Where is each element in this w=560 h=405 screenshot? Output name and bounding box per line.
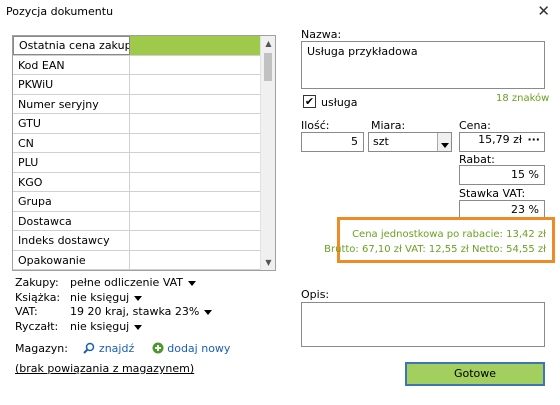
setting-zakupy-dropdown[interactable]: pełne odliczenie VAT: [70, 276, 197, 289]
attribute-label: PKWiU: [13, 75, 130, 94]
search-icon: [83, 342, 95, 354]
vat-rate-label: Stawka VAT:: [459, 187, 526, 200]
add-icon: [152, 342, 164, 354]
price-value: 15,79 zł: [478, 133, 522, 146]
attribute-row[interactable]: KGO: [13, 172, 261, 192]
dropdown-arrow-icon: [204, 309, 213, 315]
attribute-label: Kod EAN: [13, 55, 130, 74]
add-new-link[interactable]: dodaj nowy: [152, 342, 230, 355]
find-link-label[interactable]: znajdź: [99, 342, 134, 355]
more-icon[interactable]: ···: [527, 133, 540, 146]
attribute-row[interactable]: Kod EAN: [13, 55, 261, 75]
scroll-up-icon[interactable]: ▲: [261, 36, 275, 51]
name-field[interactable]: Usługa przykładowa: [301, 41, 545, 89]
price-label: Cena:: [459, 119, 491, 132]
attribute-value[interactable]: [130, 250, 261, 269]
attribute-row[interactable]: Dostawca: [13, 211, 261, 231]
attribute-row[interactable]: Grupa: [13, 192, 261, 212]
attribute-row[interactable]: Indeks dostawcy: [13, 231, 261, 251]
setting-vat-dropdown[interactable]: 19 20 kraj, stawka 23%: [70, 305, 213, 318]
done-button[interactable]: Gotowe: [405, 362, 545, 386]
attribute-label: GTU: [13, 114, 130, 133]
attribute-label: Dostawca: [13, 211, 130, 230]
attribute-label: Ilość startowa: [13, 270, 130, 271]
attribute-label: PLU: [13, 153, 130, 172]
magazyn-section: Magazyn: znajdź dodaj nowy: [15, 342, 230, 355]
attribute-value[interactable]: [130, 75, 261, 94]
attribute-row[interactable]: Numer seryjny: [13, 94, 261, 114]
setting-label: Ryczałt:: [15, 320, 59, 333]
setting-ryczalt-dropdown[interactable]: nie księguj: [70, 320, 143, 333]
attribute-value[interactable]: [130, 36, 261, 55]
service-checkbox[interactable]: ✔: [303, 95, 316, 108]
unit-price-after-discount: Cena jednostkowa po rabacie: 13,42 zł: [352, 229, 546, 240]
attribute-row[interactable]: Ilość startowa: [13, 270, 261, 271]
dropdown-arrow-icon[interactable]: [437, 133, 451, 151]
name-label: Nazwa:: [301, 28, 342, 41]
attribute-label: Opakowanie: [13, 250, 130, 269]
grid-scrollbar[interactable]: ▲ ▼: [260, 36, 275, 270]
find-link[interactable]: znajdź: [83, 342, 137, 355]
service-label: usługa: [321, 96, 358, 109]
attribute-value[interactable]: [130, 270, 261, 271]
summary-highlight: Cena jednostkowa po rabacie: 13,42 zł Br…: [324, 217, 555, 263]
unlinked-link-label[interactable]: (brak powiązania z magazynem): [15, 362, 194, 375]
attribute-row[interactable]: Ostatnia cena zakupu: [13, 36, 261, 56]
attribute-row[interactable]: PKWiU: [13, 75, 261, 95]
dropdown-arrow-icon: [188, 280, 197, 286]
attribute-row[interactable]: CN: [13, 133, 261, 153]
dropdown-arrow-icon: [134, 324, 143, 330]
unit-value: szt: [373, 135, 389, 148]
unit-label: Miara:: [371, 119, 406, 132]
close-icon[interactable]: ✕: [537, 2, 550, 20]
attribute-value[interactable]: [130, 153, 261, 172]
attribute-label: CN: [13, 133, 130, 152]
magazyn-label: Magazyn:: [15, 342, 68, 355]
scroll-down-icon[interactable]: ▼: [261, 255, 275, 270]
unlinked-link[interactable]: (brak powiązania z magazynem): [15, 362, 194, 375]
notes-field[interactable]: [301, 302, 545, 347]
discount-field[interactable]: 15 %: [459, 165, 545, 185]
setting-ksiazka-dropdown[interactable]: nie księguj: [70, 291, 143, 304]
qty-label: Ilość:: [301, 119, 330, 132]
title-bar: Pozycja dokumentu ✕: [0, 0, 560, 24]
attribute-value[interactable]: [130, 211, 261, 230]
attributes-grid[interactable]: Ostatnia cena zakupu Kod EAN PKWiU Numer se…: [12, 35, 276, 271]
char-count: 18 znaków: [496, 93, 550, 104]
attribute-value[interactable]: [130, 172, 261, 191]
attribute-value[interactable]: [130, 94, 261, 113]
setting-label: Książka:: [15, 291, 61, 304]
dropdown-arrow-icon: [134, 295, 143, 301]
attribute-value[interactable]: [130, 192, 261, 211]
window-title: Pozycja dokumentu: [6, 5, 114, 18]
attribute-label: Grupa: [13, 192, 130, 211]
scroll-thumb[interactable]: [264, 53, 272, 81]
setting-label: Zakupy:: [15, 276, 59, 289]
attribute-row[interactable]: Opakowanie: [13, 250, 261, 270]
qty-field[interactable]: 5: [301, 132, 364, 152]
add-new-link-label[interactable]: dodaj nowy: [167, 342, 230, 355]
attribute-label: KGO: [13, 172, 130, 191]
attribute-value[interactable]: [130, 55, 261, 74]
attribute-row[interactable]: PLU: [13, 153, 261, 173]
setting-label: VAT:: [15, 305, 38, 318]
attribute-label: Ostatnia cena zakupu: [13, 36, 130, 55]
attribute-value[interactable]: [130, 231, 261, 250]
totals-summary: Brutto: 67,10 zł VAT: 12,55 zł Netto: 54…: [324, 244, 546, 255]
price-field[interactable]: 15,79 zł ···: [459, 132, 545, 152]
attributes-rows: Ostatnia cena zakupu Kod EAN PKWiU Numer se…: [13, 36, 261, 271]
attribute-value[interactable]: [130, 114, 261, 133]
attribute-label: Indeks dostawcy: [13, 231, 130, 250]
notes-label: Opis:: [301, 288, 330, 301]
attribute-row[interactable]: GTU: [13, 114, 261, 134]
attribute-value[interactable]: [130, 133, 261, 152]
attribute-label: Numer seryjny: [13, 94, 130, 113]
unit-select[interactable]: szt: [368, 132, 452, 152]
